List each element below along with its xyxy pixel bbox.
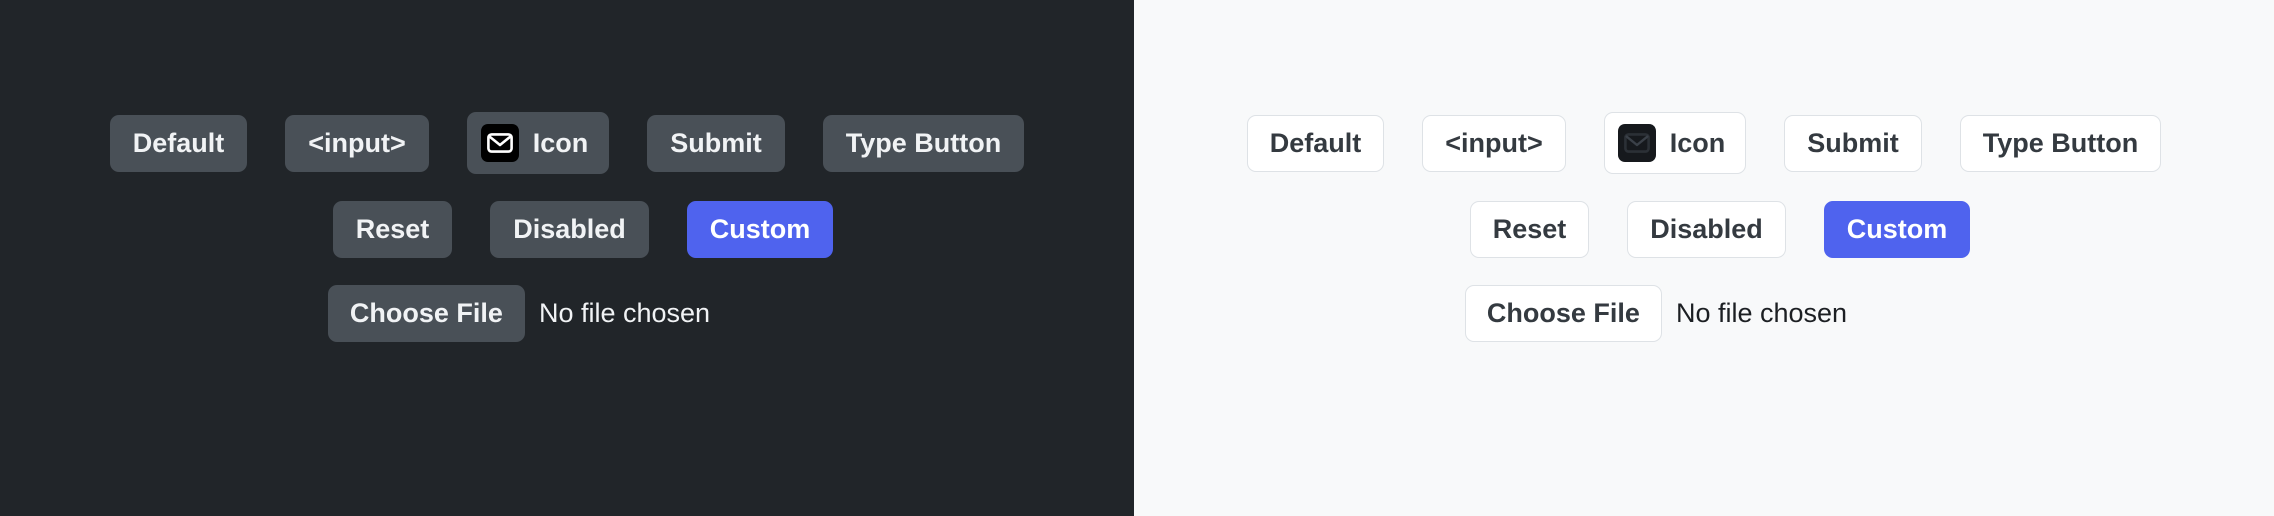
submit-button[interactable]: Submit	[647, 114, 785, 172]
file-status-label: No file chosen	[1675, 298, 1848, 328]
envelope-icon	[480, 124, 519, 162]
disabled-button[interactable]: Disabled	[490, 201, 649, 258]
dark-theme-panel: Default <input> Icon Submit Type Button …	[0, 0, 1134, 516]
custom-button[interactable]: Custom	[1823, 201, 1971, 258]
light-theme-panel: Default <input> Icon Submit Type Button …	[1134, 0, 2274, 516]
type-button[interactable]: Type Button	[822, 114, 1025, 172]
file-input-control[interactable]: Choose File No file chosen	[1464, 285, 1848, 342]
button-row-secondary: Reset Disabled Custom	[332, 201, 834, 258]
button-row-secondary: Reset Disabled Custom	[1469, 201, 1971, 258]
file-status-label: No file chosen	[538, 298, 711, 328]
disabled-button[interactable]: Disabled	[1627, 201, 1786, 258]
icon-button[interactable]: Icon	[1603, 112, 1747, 174]
dark-button-stack: Default <input> Icon Submit Type Button …	[0, 0, 1134, 516]
icon-button-label: Icon	[532, 127, 589, 158]
type-button[interactable]: Type Button	[1959, 114, 2162, 172]
file-input-row: Choose File No file chosen	[1464, 285, 1848, 342]
default-button[interactable]: Default	[1246, 114, 1385, 172]
reset-button[interactable]: Reset	[1469, 201, 1590, 258]
choose-file-button[interactable]: Choose File	[1464, 285, 1662, 342]
icon-button-label: Icon	[1669, 127, 1726, 158]
default-button[interactable]: Default	[109, 114, 248, 172]
submit-button[interactable]: Submit	[1784, 114, 1922, 172]
light-button-stack: Default <input> Icon Submit Type Button …	[1134, 0, 2274, 516]
theme-comparison-split: Default <input> Icon Submit Type Button …	[0, 0, 2274, 516]
custom-button[interactable]: Custom	[686, 201, 834, 258]
button-row-primary: Default <input> Icon Submit Type Button	[1246, 112, 2162, 174]
reset-button[interactable]: Reset	[332, 201, 453, 258]
input-button[interactable]: <input>	[285, 114, 429, 172]
button-row-primary: Default <input> Icon Submit Type Button	[109, 112, 1025, 174]
icon-button[interactable]: Icon	[466, 112, 610, 174]
file-input-control[interactable]: Choose File No file chosen	[327, 285, 711, 342]
file-input-row: Choose File No file chosen	[327, 285, 711, 342]
envelope-icon	[1617, 124, 1656, 162]
input-button[interactable]: <input>	[1422, 114, 1566, 172]
choose-file-button[interactable]: Choose File	[327, 285, 525, 342]
